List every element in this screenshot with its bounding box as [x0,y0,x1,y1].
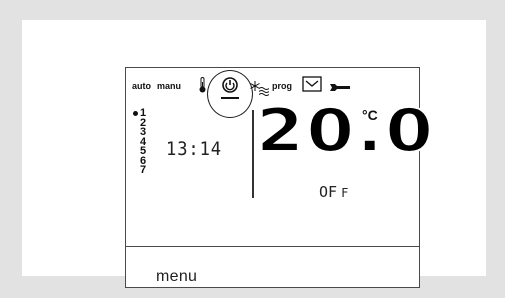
menu-button[interactable]: menu [156,268,197,286]
envelope-check-icon [302,76,322,97]
mode-manu-label: manu [157,81,182,91]
mode-auto-label: auto [132,81,151,91]
status-suffix: F [341,186,349,200]
menu-divider [126,246,419,247]
clock-display: 13:14 [166,138,222,160]
display-divider [252,110,254,198]
thermostat-panel: auto manu prog 1 2 3 4 5 6 7 13:14 20.0 … [22,20,486,288]
standby-power-icon[interactable] [221,76,239,105]
thermometer-icon [199,77,206,98]
status-value: OF [319,183,338,201]
program-list: 1 2 3 4 5 6 7 [132,108,146,176]
lcd-screen: auto manu prog 1 2 3 4 5 6 7 13:14 20.0 … [125,67,434,288]
temperature-unit: °C [362,107,378,123]
temperature-display: 20.0 [255,95,436,167]
status-readout: OF F [319,183,348,201]
wrench-icon [330,79,350,97]
prog-label: prog [272,81,292,91]
program-7[interactable]: 7 [134,165,146,176]
